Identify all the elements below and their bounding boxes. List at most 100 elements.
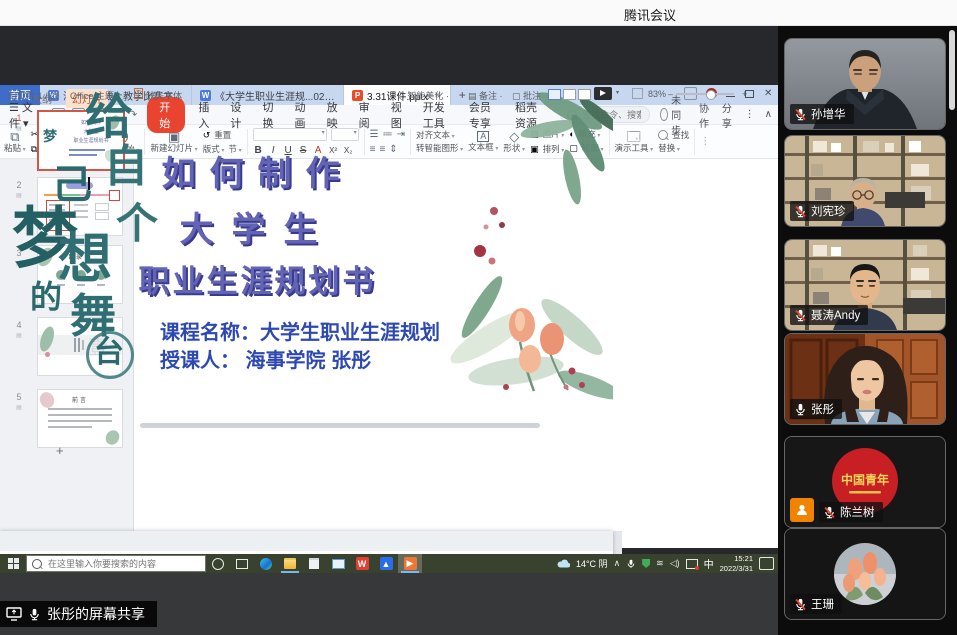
reading-view-button[interactable] xyxy=(578,89,591,100)
network-icon[interactable]: ≋ xyxy=(656,559,664,568)
clock-date: 2022/3/31 xyxy=(720,564,753,573)
windows-taskbar: W ▲ ▶ 14°C 阴 ∧ ≋ ◁) 中 15:21 2022/3/31 xyxy=(0,554,778,573)
wpp-app-icon[interactable]: ▶ xyxy=(398,554,422,573)
sidebar-scrollbar[interactable] xyxy=(949,30,955,110)
ribbon-tab-review[interactable]: 审阅 xyxy=(350,99,382,131)
fit-zoom-icon[interactable] xyxy=(632,88,643,99)
avatar-text: 中国青年 xyxy=(841,472,889,487)
zoom-level[interactable]: 83% xyxy=(648,89,666,99)
layout-button[interactable]: 版式 xyxy=(203,145,225,154)
find-button[interactable]: 查找 xyxy=(658,130,689,140)
action-center-icon[interactable] xyxy=(759,557,774,570)
slide-number: 4 xyxy=(12,320,26,330)
meeting-titlebar: 腾讯会议 xyxy=(0,0,957,26)
name-chip: 刘宪珍 xyxy=(790,201,854,221)
slide-thumbnail-5[interactable]: 前言 xyxy=(37,389,123,448)
bullet-list-icon[interactable]: ☰ xyxy=(370,129,379,140)
participant-tile[interactable]: 王珊 xyxy=(784,528,946,620)
ai-beautify-button[interactable]: ◇ 智能美化 · xyxy=(398,89,449,102)
slide-number: 2 xyxy=(12,180,26,190)
notes-toggle-button[interactable]: ▤ 备注 · xyxy=(468,89,503,102)
share-label: 张彤的屏幕共享 xyxy=(47,604,145,624)
volume-icon[interactable]: ◁) xyxy=(670,559,680,568)
wps-app-icon[interactable]: W xyxy=(350,554,374,573)
muted-mic-icon xyxy=(794,205,807,218)
present-tools-button[interactable]: 🗔演示工具 xyxy=(615,130,654,153)
taskbar-search-box[interactable] xyxy=(26,555,206,572)
ribbon-tab-insert[interactable]: 插入 xyxy=(189,99,221,131)
ribbon-overflow-icon[interactable]: ⋮ xyxy=(700,136,710,147)
normal-view-button[interactable] xyxy=(548,89,561,100)
theme-name[interactable]: Office 主题 xyxy=(70,89,114,102)
paste-button[interactable]: ⧉粘贴 xyxy=(4,130,26,153)
zoom-in-button[interactable]: + xyxy=(742,89,747,99)
security-shield-icon[interactable] xyxy=(642,559,650,568)
participant-tile[interactable]: 孙增华 xyxy=(784,38,946,130)
slideshow-play-button[interactable] xyxy=(594,87,612,100)
store-icon[interactable] xyxy=(302,554,326,573)
tray-mic-icon[interactable] xyxy=(626,559,636,569)
comments-button[interactable]: ▢ 批注 xyxy=(512,89,541,102)
reset-button[interactable]: ↺重置 xyxy=(203,130,242,141)
participant-tile[interactable]: 刘宪珍 xyxy=(784,135,946,227)
projector-icon[interactable] xyxy=(686,559,698,569)
indent-icon[interactable]: ⇥ xyxy=(397,129,405,140)
collab-button[interactable]: 协作 xyxy=(699,100,712,130)
weather-text[interactable]: 14°C 阴 xyxy=(576,557,608,570)
align-center-icon[interactable]: ≡ xyxy=(379,144,385,155)
share-button[interactable]: 分享 xyxy=(722,100,735,130)
missing-font-warning[interactable]: 缺失字体 xyxy=(146,89,182,102)
screen-share-banner: 张彤的屏幕共享 xyxy=(0,601,157,627)
muted-mic-icon xyxy=(794,108,807,121)
mail-icon[interactable] xyxy=(326,554,350,573)
participant-name: 陈兰树 xyxy=(840,504,875,520)
participant-tile[interactable]: 中国青年 陈兰树 xyxy=(784,436,946,528)
system-tray: 14°C 阴 ∧ ≋ ◁) 中 15:21 2022/3/31 xyxy=(557,554,778,573)
font-name-select[interactable] xyxy=(253,128,327,141)
line-spacing-icon[interactable]: ⇕ xyxy=(389,144,397,155)
ribbon-tab-transition[interactable]: 切换 xyxy=(253,99,285,131)
participants-sidebar: 孙增华 刘宪珍 xyxy=(778,25,957,635)
ribbon-tab-animation[interactable]: 动画 xyxy=(286,99,318,131)
participant-name: 张彤 xyxy=(811,401,834,417)
zoom-slider[interactable] xyxy=(676,93,734,95)
ribbon-tab-design[interactable]: 设计 xyxy=(221,99,253,131)
zoom-out-button[interactable]: – xyxy=(668,89,673,99)
horizontal-scrollbar[interactable] xyxy=(140,423,540,428)
close-button[interactable]: ✕ xyxy=(764,89,774,99)
name-chip: 张彤 xyxy=(790,399,842,419)
ime-indicator[interactable]: 中 xyxy=(704,556,714,571)
align-left-icon[interactable]: ≡ xyxy=(370,144,376,155)
new-slide-button[interactable]: ▣新建幻灯片 xyxy=(150,130,197,153)
meeting-app-icon[interactable]: ▲ xyxy=(374,554,398,573)
more-menu-icon[interactable]: ⋮ xyxy=(745,109,755,120)
font-size-select[interactable] xyxy=(331,128,359,141)
name-chip: 聂涛Andy xyxy=(790,305,868,325)
edge-icon[interactable] xyxy=(254,554,278,573)
muted-mic-icon xyxy=(794,309,807,322)
participant-tile[interactable]: 张彤 xyxy=(784,333,946,425)
replace-button[interactable]: 替换 xyxy=(658,144,689,153)
cortana-button[interactable] xyxy=(206,554,230,573)
participant-name: 刘宪珍 xyxy=(811,203,846,219)
section-button[interactable]: 节 xyxy=(228,145,241,154)
taskbar-search-input[interactable] xyxy=(46,558,200,570)
task-view-button[interactable] xyxy=(230,554,254,573)
sorter-view-button[interactable] xyxy=(563,89,576,100)
taskbar-clock[interactable]: 15:21 2022/3/31 xyxy=(720,554,753,573)
collapse-ribbon-icon[interactable]: ∧ xyxy=(765,109,772,120)
zoom-knob[interactable] xyxy=(706,90,716,100)
screen: 首页 W 海事学院线上教学比赛方案(1) W 《大学生职业生涯规...021.5… xyxy=(0,0,957,635)
number-list-icon[interactable]: ≔ xyxy=(383,129,393,140)
tray-expand-icon[interactable]: ∧ xyxy=(614,559,621,568)
play-dropdown-icon[interactable]: ▾ xyxy=(616,89,619,96)
missing-font-icon: T xyxy=(134,88,143,99)
participant-tile[interactable]: 聂涛Andy xyxy=(784,239,946,331)
ribbon-tab-slideshow[interactable]: 放映 xyxy=(318,99,350,131)
start-button[interactable] xyxy=(0,554,26,573)
add-slide-button[interactable]: + xyxy=(56,443,64,458)
muted-mic-icon xyxy=(823,506,836,519)
slide-indicator-icon: ▤ xyxy=(12,192,26,199)
ribbon-tab-view[interactable]: 视图 xyxy=(382,99,414,131)
file-explorer-icon[interactable] xyxy=(278,554,302,573)
